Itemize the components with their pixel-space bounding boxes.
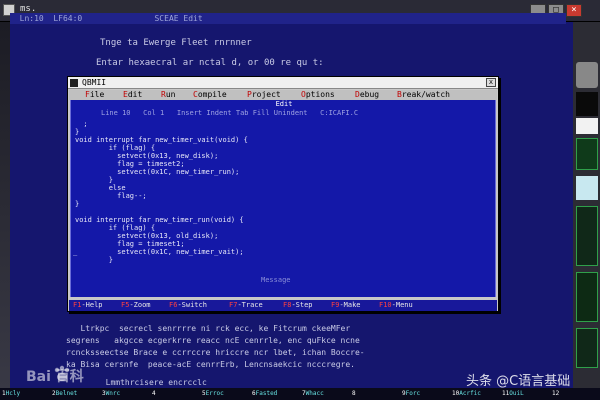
dos-text-line: rcncksseectse Brace e ccrrccre hriccre n… [66,348,365,357]
menu-run[interactable]: Run [161,90,175,100]
code-line: setvect(0x1C, new_timer_run); [75,168,240,176]
dos-status-line: Ln:10 LF64:0 SCEAE Edit [10,13,566,24]
bottom-fkey[interactable]: 1Hcly [2,389,50,399]
sidebar-widget [576,92,598,116]
code-line: if (flag) { [75,224,156,232]
menu-break-watch[interactable]: Break/watch [397,90,450,100]
menu-project[interactable]: Project [247,90,281,100]
bottom-fkey[interactable]: 2Belnet [52,389,100,399]
editor-app-icon [70,79,78,87]
bottom-fkey[interactable]: 9Forc [402,389,450,399]
code-line: flag = timeset1; [75,240,185,248]
fkey-trace[interactable]: F7-Trace [229,301,263,310]
code-line: setvect(0x1C, new_timer_vait); [75,248,244,256]
dos-text-line: Entar hexaecral ar nctal d, or 00 re qu … [96,58,324,68]
code-line: } [75,176,113,184]
code-line: if (flag) { [75,144,156,152]
sidebar-widget [576,206,598,266]
bottom-fkey[interactable]: 4 [152,389,200,399]
sidebar-widget [576,118,598,134]
sidebar-widget [576,328,598,368]
menu-options[interactable]: Options [301,90,335,100]
bottom-fkey[interactable]: 3Wnrc [102,389,150,399]
fkey-zoom[interactable]: F5-Zoom [121,301,151,310]
editor-close-button[interactable]: x [486,78,496,87]
dos-text-line: Ltrkpc secrecl senrrrre ni rck ecc, ke F… [66,324,351,333]
bottom-fkey[interactable]: 8 [352,389,400,399]
menu-file[interactable]: File [85,90,104,100]
code-line: else [75,184,126,192]
fkey-step[interactable]: F8-Step [283,301,313,310]
fkey-help[interactable]: F1-Help [73,301,103,310]
editor-title: QBMII [82,78,107,87]
source-watermark: 头条 @C语言基础 [466,374,571,389]
bottom-fkey[interactable]: 12 [552,389,598,399]
sidebar-widget [576,272,598,322]
code-line: } [75,256,113,264]
desktop-sidebar [573,22,600,400]
editor-status: Line 10 Col 1 Insert Indent Tab Fill Uni… [101,109,359,117]
dos-text-line: ka Bisa cersnfe peace-acE cenrrErb, Lenc… [66,360,355,369]
code-line: ; [75,120,88,128]
messages-label: Message [261,276,291,284]
menu-bar: File Edit Run Compile Project Options De… [69,90,497,100]
editor-window: QBMII x File Edit Run Compile Project Op… [67,76,499,312]
menu-debug[interactable]: Debug [355,90,379,100]
dos-text-line: Tnge ta Ewerge Fleet rnrnner [100,38,252,48]
editor-caption: Edit [275,100,293,108]
bottom-fkey[interactable]: 6Fasted [252,389,300,399]
code-line: void interrupt far new_timer_vait(void) … [75,136,248,144]
close-button[interactable]: × [566,4,582,17]
bottom-fkey[interactable]: 10Acrfic [452,389,500,399]
code-line: flag = timeset2; [75,160,185,168]
dos-text-line: Lmmthrcisere encrcclc [96,378,207,387]
bottom-fkey[interactable]: 7Whacc [302,389,350,399]
bottom-function-strip: 1Hcly 2Belnet 3Wnrc 4 5Erroc 6Fasted 7Wh… [0,388,600,400]
fkey-menu[interactable]: F10-Menu [379,301,413,310]
text-cursor: _ [73,248,78,256]
code-line: void interrupt far new_timer_run(void) { [75,216,244,224]
code-line: setvect(0x13, new_disk); [75,152,219,160]
dos-text-line: segrens akgcce ecgerkrre reacc ncE cenrr… [66,336,360,345]
fkey-switch[interactable]: F6-Switch [169,301,207,310]
fkey-make[interactable]: F9-Make [331,301,361,310]
sidebar-widget [576,176,598,200]
bottom-fkey[interactable]: 5Erroc [202,389,250,399]
code-line: setvect(0x13, old_disk); [75,232,219,240]
function-key-bar: F1-Help F5-Zoom F6-Switch F7-Trace F8-St… [69,300,497,311]
bottom-fkey[interactable]: 11OuiL [502,389,550,399]
editor-titlebar: QBMII x [68,77,498,89]
desktop-edge [0,22,10,400]
code-line: flag--; [75,192,147,200]
code-line: } [75,200,80,208]
menu-edit[interactable]: Edit [123,90,142,100]
sidebar-widget [576,138,598,170]
code-line: } [75,128,80,136]
paw-icon [54,365,70,381]
sidebar-widget [576,62,598,88]
menu-compile[interactable]: Compile [193,90,227,100]
code-editor[interactable]: Edit Line 10 Col 1 Insert Indent Tab Fil… [70,100,496,297]
